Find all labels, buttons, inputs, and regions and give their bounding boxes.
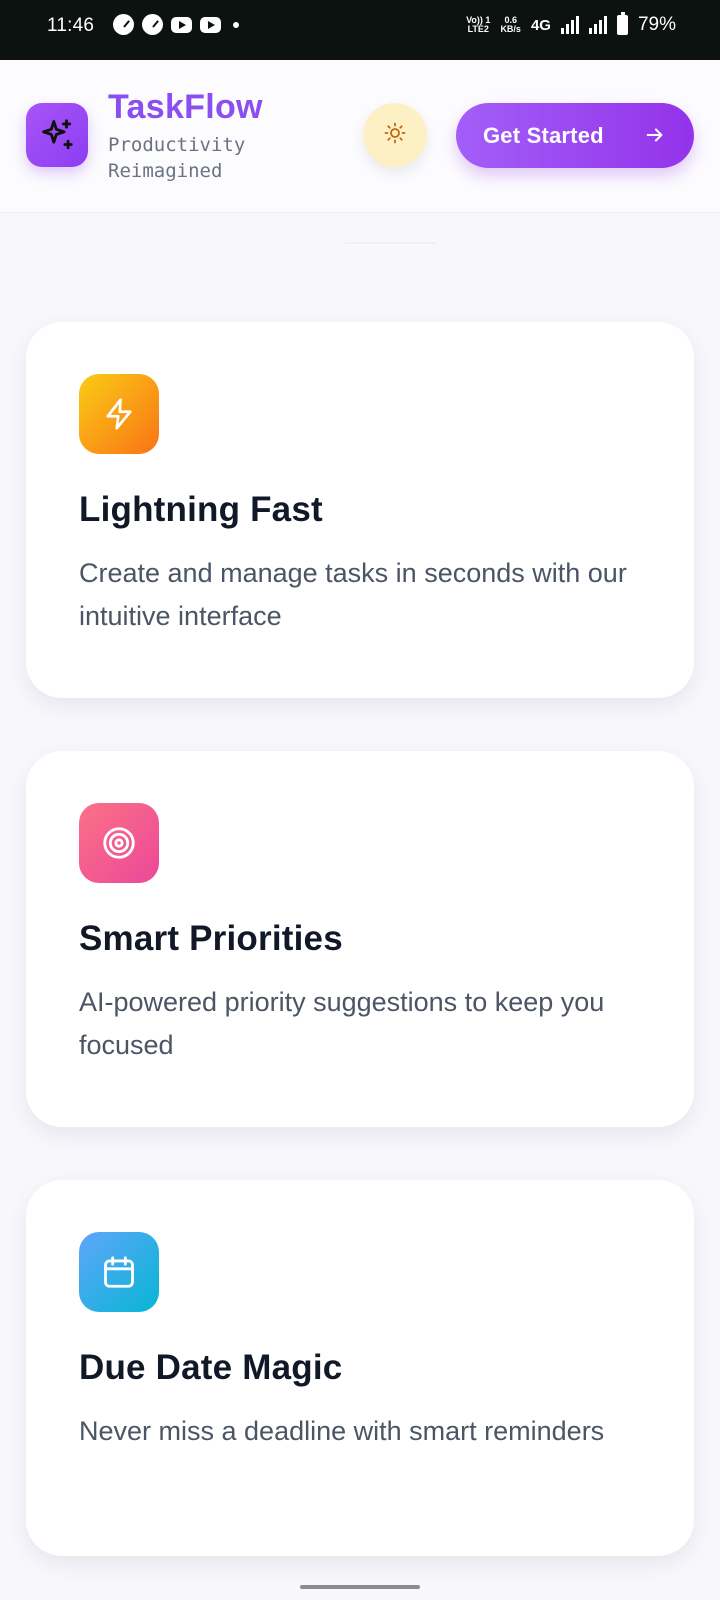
battery-percent: 79% <box>637 14 676 35</box>
more-notifications-dot-icon <box>233 21 239 28</box>
theme-toggle-button[interactable] <box>363 103 427 167</box>
data-speed: 0.6 KB/s <box>500 16 521 34</box>
system-status: Vo)) 1 LTE2 0.6 KB/s 4G 79% <box>466 12 676 36</box>
sun-icon <box>383 121 407 150</box>
signal-icon <box>588 16 607 34</box>
status-time: 11:46 <box>47 15 95 36</box>
app-name: TaskFlow <box>108 88 263 126</box>
sparkles-icon[interactable] <box>26 103 88 167</box>
feature-title: Smart Priorities <box>79 919 343 958</box>
youtube-icon <box>200 16 221 33</box>
feature-card-smart-priorities: Smart Priorities AI-powered priority sug… <box>26 751 694 1127</box>
feature-description: AI-powered priority suggestions to keep … <box>79 987 605 1060</box>
feature-card-lightning-fast: Lightning Fast Create and manage tasks i… <box>26 322 694 698</box>
lightning-icon <box>79 374 159 454</box>
speedometer-icon <box>113 14 134 35</box>
app-tagline: Productivity Reimagined <box>108 134 246 182</box>
calendar-icon <box>79 1232 159 1312</box>
feature-card-due-date-magic: Due Date Magic Never miss a deadline wit… <box>26 1180 694 1556</box>
signal-icon <box>560 16 579 34</box>
get-started-button[interactable]: Get Started <box>456 103 694 168</box>
divider <box>345 242 435 244</box>
network-type: 4G <box>530 16 551 34</box>
arrow-right-icon <box>644 124 666 151</box>
get-started-label: Get Started <box>483 122 604 148</box>
feature-description: Create and manage tasks in seconds with … <box>79 558 627 631</box>
app-header: TaskFlow Productivity Reimagined Get Sta… <box>0 60 720 213</box>
target-icon <box>79 803 159 883</box>
feature-title: Due Date Magic <box>79 1348 343 1387</box>
speedometer-icon <box>142 14 163 35</box>
status-bar: 11:46 Vo)) 1 LTE2 0.6 KB/s 4G 79% <box>0 0 720 60</box>
feature-title: Lightning Fast <box>79 490 323 529</box>
volte-indicator: Vo)) 1 LTE2 <box>466 16 490 34</box>
battery-icon <box>616 12 628 35</box>
lte-label: LTE2 <box>467 24 489 34</box>
youtube-icon <box>171 16 192 33</box>
data-speed-unit: KB/s <box>500 24 521 34</box>
feature-description: Never miss a deadline with smart reminde… <box>79 1416 605 1446</box>
notification-icons <box>113 14 239 35</box>
home-indicator[interactable] <box>300 1585 420 1589</box>
